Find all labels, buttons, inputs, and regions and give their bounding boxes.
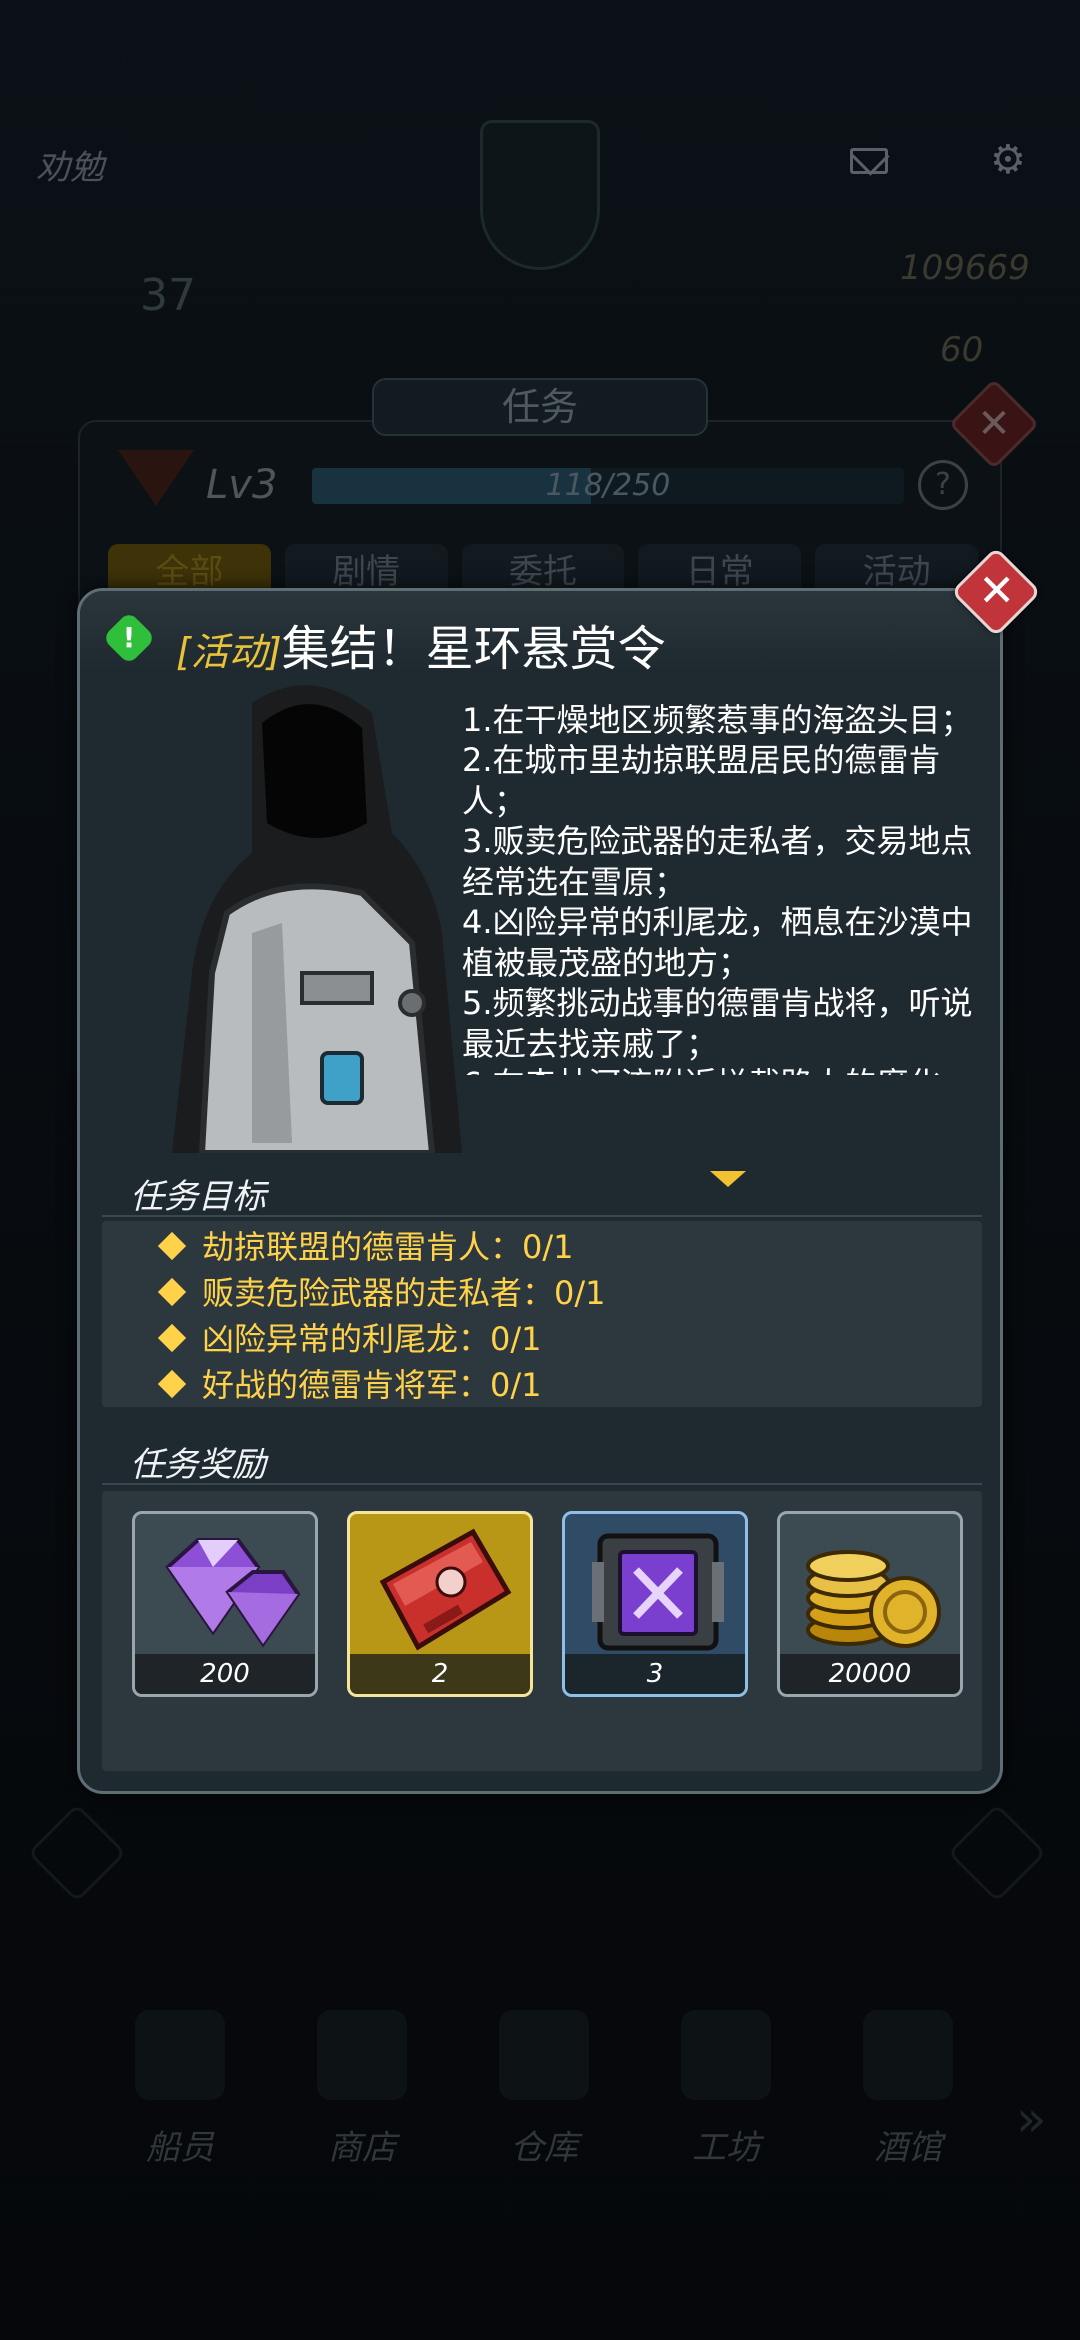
player-level: 37 [140,270,196,321]
reward-count: 3 [565,1654,745,1694]
bottom-nav: 船员 商店 仓库 工坊 酒馆 [0,2000,1080,2200]
exp-text: 118/250 [545,468,671,503]
objectives-list: 劫掠联盟的德雷肯人：0/1 贩卖危险武器的走私者：0/1 凶险异常的利尾龙：0/… [102,1221,982,1407]
objective-item: 好战的德雷肯将军：0/1 [157,1363,542,1407]
quest-dialog: ! [活动]集结！星环悬赏令 将下的就交给你们了。 1.在干燥地区频繁惹事的海盗… [77,588,1003,1794]
objective-item: 贩卖危险武器的走私者：0/1 [157,1271,606,1315]
nav-tavern[interactable]: 酒馆 [818,2000,998,2200]
quest-title: [活动]集结！星环悬赏令 [176,609,666,677]
scroll-down-icon[interactable] [710,1171,746,1187]
reward-count: 20000 [780,1654,960,1694]
rewards-panel: 200 2 3 20000 [102,1491,982,1771]
objectives-heading: 任务目标 [130,1177,266,1217]
warehouse-icon [499,2010,589,2100]
objective-item: 凶险异常的利尾龙：0/1 [157,1317,542,1361]
gold-coins-icon [806,1550,941,1648]
quest-description-scroll[interactable]: 将下的就交给你们了。 1.在干燥地区频繁惹事的海盗头目； 2.在城市里劫掠联盟居… [462,695,992,1075]
quest-name: 集结！星环悬赏令 [281,621,666,677]
quest-description: 将下的就交给你们了。 1.在干燥地区频繁惹事的海盗头目； 2.在城市里劫掠联盟居… [462,695,973,1075]
reward-count: 2 [350,1654,530,1694]
nav-workshop[interactable]: 工坊 [636,2000,816,2200]
reward-slot[interactable]: 200 [132,1511,318,1697]
purple-crate-icon [592,1533,724,1651]
nav-workshop-label: 工坊 [692,2128,760,2168]
reward-slot[interactable]: 2 [347,1511,533,1697]
hooded-character-portrait [172,685,462,1153]
shop-icon [317,2010,407,2100]
player-emblem [480,120,600,270]
objectives-divider [102,1215,982,1217]
diamond-bullet-icon [157,1369,187,1399]
rewards-divider [102,1483,982,1485]
objective-text: 好战的德雷肯将军：0/1 [202,1366,542,1404]
chevron-right-icon[interactable]: » [1016,2090,1047,2148]
workshop-icon [681,2010,771,2100]
objective-text: 贩卖危险武器的走私者：0/1 [202,1274,606,1312]
nav-shop-label: 商店 [328,2128,396,2168]
purple-crystal-icon [165,1538,301,1648]
objective-text: 凶险异常的利尾龙：0/1 [202,1320,542,1358]
diamond-bullet-icon [157,1277,187,1307]
task-window-title: 任务 [372,378,708,436]
alert-icon: ! [102,611,156,665]
diamond-bullet-icon [157,1231,187,1261]
mail-icon[interactable] [850,148,888,174]
reward-slot[interactable]: 3 [562,1511,748,1697]
gem-count: 60 [940,330,984,370]
nav-shop[interactable]: 商店 [272,2000,452,2200]
objective-item: 劫掠联盟的德雷肯人：0/1 [157,1225,574,1269]
coin-count: 109669 [900,248,1030,288]
crew-icon [135,2010,225,2100]
help-button[interactable]: ? [918,460,968,510]
nav-tavern-label: 酒馆 [874,2128,942,2168]
diamond-bullet-icon [157,1323,187,1353]
objective-text: 劫掠联盟的德雷肯人：0/1 [202,1228,574,1266]
reward-count: 200 [135,1654,315,1694]
nav-warehouse-label: 仓库 [510,2128,578,2168]
player-name: 劝勉 [36,148,104,188]
side-list-icon[interactable] [947,1803,1047,1903]
red-ticket-icon [379,1528,512,1651]
rewards-heading: 任务奖励 [130,1445,266,1485]
reward-slot[interactable]: 20000 [777,1511,963,1697]
tavern-icon [863,2010,953,2100]
nav-crew-label: 船员 [146,2128,214,2168]
nav-crew[interactable]: 船员 [90,2000,270,2200]
side-document-icon[interactable] [27,1803,127,1903]
gear-icon[interactable]: ⚙ [990,140,1026,180]
quest-tag: [活动] [176,630,282,674]
exp-progress-bar: 118/250 [312,468,904,504]
nav-warehouse[interactable]: 仓库 [454,2000,634,2200]
rank-level: Lv3 [206,462,278,508]
